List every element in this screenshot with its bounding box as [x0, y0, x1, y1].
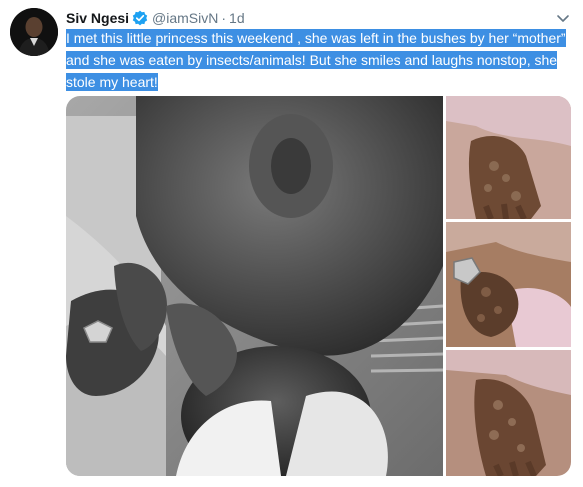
tweet-text: I met this little princess this weekend … [66, 27, 571, 93]
header-separator: · [221, 10, 227, 26]
tweet-header: Siv Ngesi @iamSivN · 1d [66, 8, 573, 28]
avatar-image [10, 8, 58, 56]
verified-badge-icon [132, 10, 148, 26]
author-name[interactable]: Siv Ngesi [66, 10, 129, 26]
media-photo-3[interactable] [446, 222, 571, 347]
avatar[interactable] [10, 8, 58, 56]
media-photo-2[interactable] [446, 96, 571, 219]
media-photo-4[interactable] [446, 350, 571, 476]
tweet-media-grid [66, 96, 571, 476]
author-handle[interactable]: @iamSivN [152, 10, 218, 26]
tweet-timestamp[interactable]: 1d [229, 10, 245, 26]
chevron-down-icon[interactable] [555, 10, 571, 26]
tweet[interactable]: Siv Ngesi @iamSivN · 1d I met this littl… [0, 0, 583, 487]
tweet-text-selected: I met this little princess this weekend … [66, 29, 566, 91]
media-photo-main[interactable] [66, 96, 443, 476]
